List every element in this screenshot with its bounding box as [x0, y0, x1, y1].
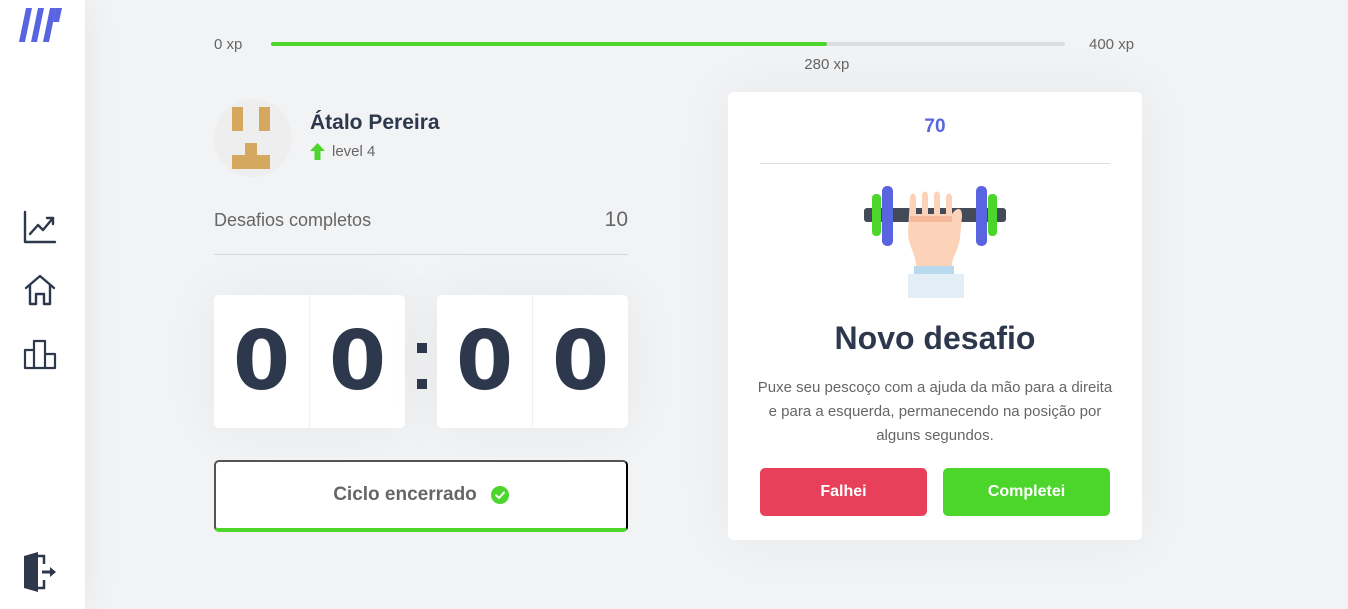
profile-name: Átalo Pereira: [310, 111, 440, 134]
countdown-separator: [412, 343, 432, 389]
cycle-ended-button[interactable]: Ciclo encerrado: [214, 460, 628, 532]
xp-max-label: 400 xp: [1089, 36, 1135, 53]
completed-challenges: Desafios completos 10: [214, 208, 628, 255]
challenge-card: 70 Novo desafio Puxe seu pescoço com a a…: [728, 92, 1142, 540]
failed-button[interactable]: Falhei: [760, 468, 927, 516]
succeeded-button[interactable]: Completei: [943, 468, 1110, 516]
countdown-digit: 0: [232, 313, 291, 409]
countdown-digit: 0: [455, 313, 514, 409]
xp-current-label: 280 xp: [804, 56, 850, 73]
dumbbell-icon: [864, 186, 1006, 298]
countdown-digit: 0: [532, 295, 628, 428]
countdown-minutes: 0 0: [214, 295, 405, 428]
chart-line-icon[interactable]: [22, 209, 58, 245]
challenge-amount: 70: [760, 116, 1110, 164]
level-up-arrow-icon: [310, 143, 325, 160]
completed-challenges-label: Desafios completos: [214, 210, 372, 230]
xp-progress-bar: [271, 42, 1065, 46]
cycle-button-label: Ciclo encerrado: [333, 484, 477, 505]
leaderboard-icon[interactable]: [22, 336, 58, 372]
countdown-seconds: 0 0: [437, 295, 628, 428]
xp-progress-fill: [271, 42, 827, 46]
check-circle-icon: [490, 486, 509, 504]
countdown-digit: 0: [309, 295, 405, 428]
profile-level: level 4: [310, 143, 375, 160]
avatar: [214, 99, 292, 177]
avatar-face-icon: [232, 107, 270, 169]
challenge-title: Novo desafio: [834, 320, 1036, 356]
home-icon[interactable]: [22, 272, 58, 308]
xp-min-label: 0 xp: [214, 36, 243, 53]
challenge-description: Puxe seu pescoço com a ajuda da mão para…: [757, 379, 1113, 444]
completed-challenges-count: 10: [604, 208, 628, 231]
level-label: level 4: [332, 143, 376, 160]
sidebar: [0, 0, 85, 609]
logout-icon[interactable]: [22, 552, 58, 592]
logo-icon: [19, 8, 62, 42]
